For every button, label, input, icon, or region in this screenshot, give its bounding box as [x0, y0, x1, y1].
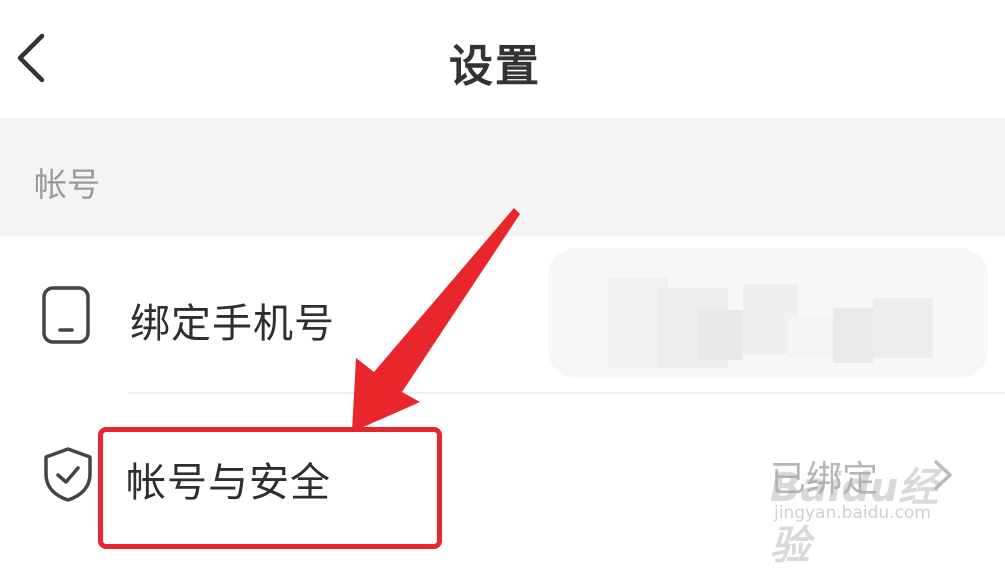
row-label-account-security: 帐号与安全: [126, 460, 331, 506]
row-value-bound: 已绑定: [770, 459, 879, 500]
settings-row-bind-phone[interactable]: 绑定手机号: [0, 236, 1005, 392]
section-header-account: 帐号: [0, 118, 1005, 236]
phone-icon: [42, 286, 90, 344]
blurred-phone-value: [548, 248, 988, 378]
row-label-bind-phone: 绑定手机号: [130, 301, 335, 347]
nav-header: 设置: [0, 0, 1005, 118]
settings-row-account-security[interactable]: 帐号与安全 已绑定: [0, 394, 1005, 550]
page-title: 设置: [449, 41, 541, 92]
section-label: 帐号: [34, 165, 100, 204]
shield-check-icon: [44, 447, 92, 502]
chevron-right-icon: [934, 460, 952, 490]
